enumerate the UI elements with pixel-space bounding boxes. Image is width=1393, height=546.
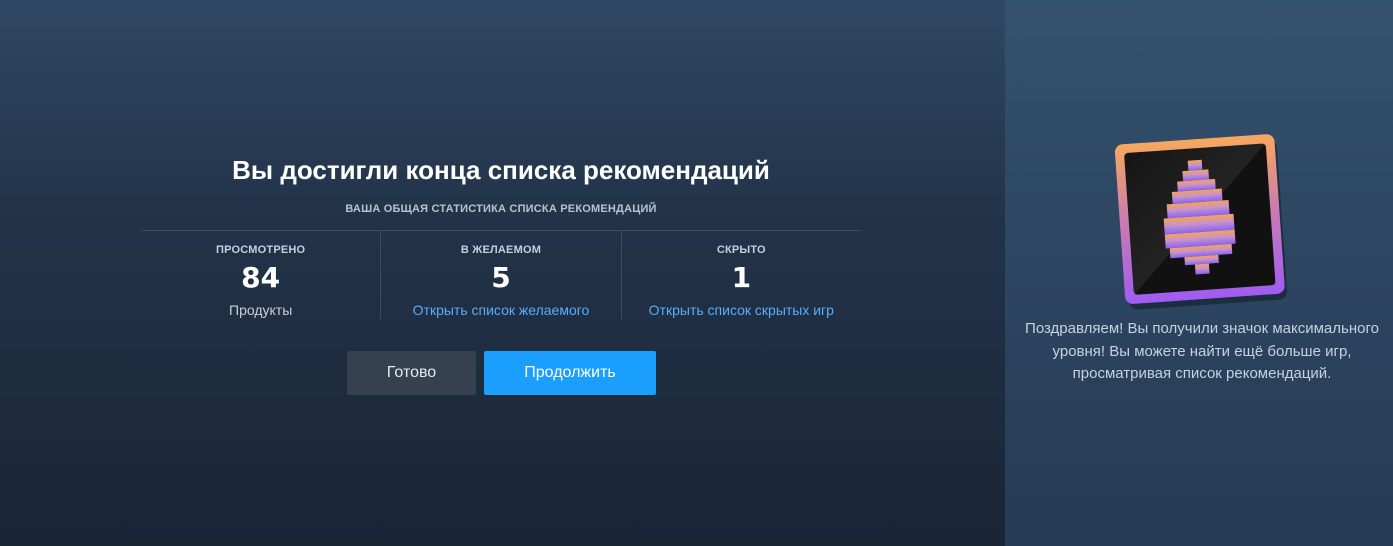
open-hidden-games-link[interactable]: Открыть список скрытых игр <box>622 302 861 318</box>
stat-hidden: СКРЫТО 1 Открыть список скрытых игр <box>620 231 861 319</box>
continue-button[interactable]: Продолжить <box>484 351 656 395</box>
page-title: Вы достигли конца списка рекомендаций <box>232 155 770 185</box>
stats-subtitle: ВАША ОБЩАЯ СТАТИСТИКА СПИСКА РЕКОМЕНДАЦИ… <box>345 203 657 215</box>
done-button[interactable]: Готово <box>347 351 476 395</box>
stat-viewed-unit: Продукты <box>229 302 293 318</box>
open-wishlist-link[interactable]: Открыть список желаемого <box>381 302 620 318</box>
stat-wishlisted-label: В ЖЕЛАЕМОМ <box>460 244 542 256</box>
queue-badge-icon <box>1112 133 1290 311</box>
stat-viewed-value: 84 <box>241 261 281 294</box>
stats-row: ПРОСМОТРЕНО 84 Продукты В ЖЕЛАЕМОМ 5 Отк… <box>141 231 861 319</box>
stat-hidden-value: 1 <box>731 261 752 294</box>
badge-message: Поздравляем! Вы получили значок максимал… <box>1025 320 1379 382</box>
stat-wishlisted: В ЖЕЛАЕМОМ 5 Открыть список желаемого <box>380 231 620 319</box>
stat-hidden-label: СКРЫТО <box>716 244 766 256</box>
stat-viewed-label: ПРОСМОТРЕНО <box>216 244 306 256</box>
stat-wishlisted-value: 5 <box>491 261 511 294</box>
badge-graphic <box>1114 134 1288 310</box>
stat-viewed: ПРОСМОТРЕНО 84 Продукты <box>141 231 380 319</box>
